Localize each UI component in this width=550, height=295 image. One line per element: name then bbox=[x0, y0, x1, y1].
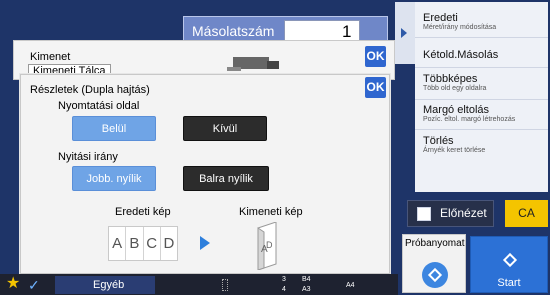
page-a: A bbox=[109, 227, 127, 260]
inside-button[interactable]: Belül bbox=[72, 116, 156, 141]
clear-all-button[interactable]: CA bbox=[505, 200, 548, 227]
panel-item-margin-shift-sub: Pozíc. eltol. margó létrehozás bbox=[423, 116, 516, 123]
proof-start-icon bbox=[422, 262, 448, 288]
finisher-icon bbox=[227, 57, 279, 71]
tray-4-size: A3 bbox=[302, 286, 311, 293]
right-arrow-icon bbox=[200, 236, 210, 250]
panel-item-nup-sub: Több old egy oldalra bbox=[423, 85, 487, 92]
output-image-label: Kimeneti kép bbox=[239, 206, 303, 218]
opening-direction-label: Nyitási irány bbox=[58, 151, 118, 163]
proof-copy-label: Próbanyomat bbox=[405, 238, 465, 249]
print-side-label: Nyomtatási oldal bbox=[58, 100, 140, 112]
tray-indicator-icon bbox=[222, 279, 228, 291]
start-label: Start bbox=[497, 277, 521, 289]
panel-item-margin-shift[interactable]: Margó eltolás Pozíc. eltol. margó létreh… bbox=[415, 100, 548, 130]
panel-item-margin-shift-label: Margó eltolás bbox=[423, 104, 490, 116]
dialog-title: Részletek (Dupla hajtás) bbox=[30, 84, 150, 96]
booklet-icon: A D bbox=[257, 222, 277, 270]
page-b: B bbox=[126, 227, 144, 260]
tray-3-size: B4 bbox=[302, 276, 311, 283]
panel-item-duplex-label: Kétold.Másolás bbox=[423, 49, 499, 61]
bypass-tray-size: A4 bbox=[346, 282, 355, 289]
function-panel: Eredeti Méret/irány módosítása Kétold.Má… bbox=[415, 2, 548, 192]
panel-item-original-sub: Méret/irány módosítása bbox=[423, 24, 497, 31]
preview-icon bbox=[417, 207, 431, 221]
collapse-arrow-icon bbox=[401, 28, 407, 38]
check-icon[interactable]: ✓ bbox=[28, 276, 40, 294]
page-d: D bbox=[163, 235, 175, 252]
copy-count-label: Másolatszám bbox=[192, 23, 275, 39]
start-button[interactable]: Start bbox=[470, 236, 548, 293]
outside-button[interactable]: Kívül bbox=[183, 116, 267, 141]
tray-4-number: 4 bbox=[282, 286, 286, 293]
panel-collapse-button[interactable] bbox=[395, 2, 415, 64]
panel-item-nup-label: Többképes bbox=[423, 73, 478, 85]
panel-item-original-label: Eredeti bbox=[423, 12, 458, 24]
book-letter-d: D bbox=[266, 240, 273, 250]
panel-item-erase-sub: Árnyék keret törlése bbox=[423, 147, 486, 154]
tray-3-number: 3 bbox=[282, 276, 286, 283]
original-image-label: Eredeti kép bbox=[115, 206, 171, 218]
preview-button[interactable]: Előnézet bbox=[407, 200, 494, 227]
original-pages-illustration: A B C D bbox=[108, 226, 178, 261]
page-c: C bbox=[144, 227, 161, 260]
start-icon bbox=[497, 247, 523, 273]
copy-count-field[interactable]: 1 bbox=[284, 20, 361, 42]
panel-item-duplex[interactable]: Kétold.Másolás bbox=[415, 38, 548, 68]
panel-item-original[interactable]: Eredeti Méret/irány módosítása bbox=[415, 2, 548, 38]
paper-tray-status: 3 B4 4 A3 A4 bbox=[276, 276, 372, 295]
output-ok-button[interactable]: OK bbox=[365, 46, 386, 67]
proof-copy-button[interactable]: Próbanyomat bbox=[402, 234, 466, 293]
right-opening-button[interactable]: Jobb. nyílik bbox=[72, 166, 156, 191]
other-button[interactable]: Egyéb bbox=[55, 276, 155, 294]
panel-item-nup[interactable]: Többképes Több old egy oldalra bbox=[415, 68, 548, 100]
panel-item-erase-label: Törlés bbox=[423, 135, 454, 147]
details-ok-button[interactable]: OK bbox=[365, 77, 386, 98]
left-opening-button[interactable]: Balra nyílik bbox=[183, 166, 269, 191]
output-label: Kimenet bbox=[30, 51, 71, 63]
panel-item-erase[interactable]: Törlés Árnyék keret törlése bbox=[415, 130, 548, 160]
favorites-star-icon[interactable]: ★ bbox=[6, 275, 20, 293]
preview-label: Előnézet bbox=[440, 206, 487, 220]
